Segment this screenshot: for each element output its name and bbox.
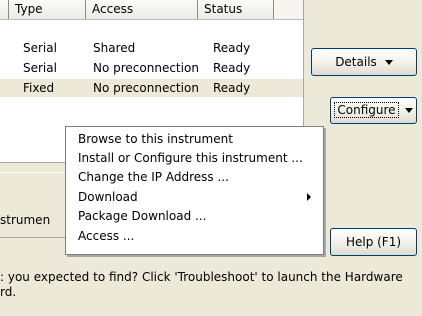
details-button[interactable]: Details [311,48,417,76]
menu-item-access[interactable]: Access ... [78,227,317,245]
chevron-down-icon [384,60,393,65]
header-spacer [0,0,9,19]
list-header: Type Access Status [0,0,303,20]
cell-access: No preconnection [93,81,199,95]
cell-type: Serial [23,61,57,75]
cell-status: Ready [213,81,251,95]
configure-button[interactable]: Configure [330,97,417,124]
cell-type: Serial [23,41,57,55]
menu-item-download-label: Download [78,190,138,204]
menu-item-browse[interactable]: Browse to this instrument [78,130,317,148]
submenu-arrow-icon [307,193,311,201]
table-row[interactable]: Serial No preconnection Ready [0,59,303,77]
header-access[interactable]: Access [86,0,198,19]
context-menu[interactable]: Browse to this instrument Install or Con… [65,126,324,255]
menu-item-package-download[interactable]: Package Download ... [78,207,317,225]
configure-label: Configure [334,102,399,118]
cell-type: Fixed [23,81,55,95]
footer-text: : you expected to find? Click 'Troublesh… [0,270,403,299]
header-status[interactable]: Status [198,0,274,19]
menu-item-change-ip[interactable]: Change the IP Address ... [78,168,317,186]
help-label: Help (F1) [345,235,402,249]
cell-status: Ready [213,61,251,75]
cell-access: Shared [93,41,136,55]
help-button[interactable]: Help (F1) [330,228,417,256]
status-panel: strumen [0,172,70,238]
status-panel-label: strumen [0,213,51,227]
chevron-down-icon [404,108,413,113]
table-row[interactable]: Fixed No preconnection Ready [0,79,303,97]
menu-item-download[interactable]: Download [78,188,317,206]
header-type[interactable]: Type [9,0,86,19]
cell-status: Ready [213,41,251,55]
menu-item-install-configure[interactable]: Install or Configure this instrument ... [78,149,317,167]
details-label: Details [335,55,377,69]
table-row[interactable]: Serial Shared Ready [0,39,303,57]
cell-access: No preconnection [93,61,199,75]
